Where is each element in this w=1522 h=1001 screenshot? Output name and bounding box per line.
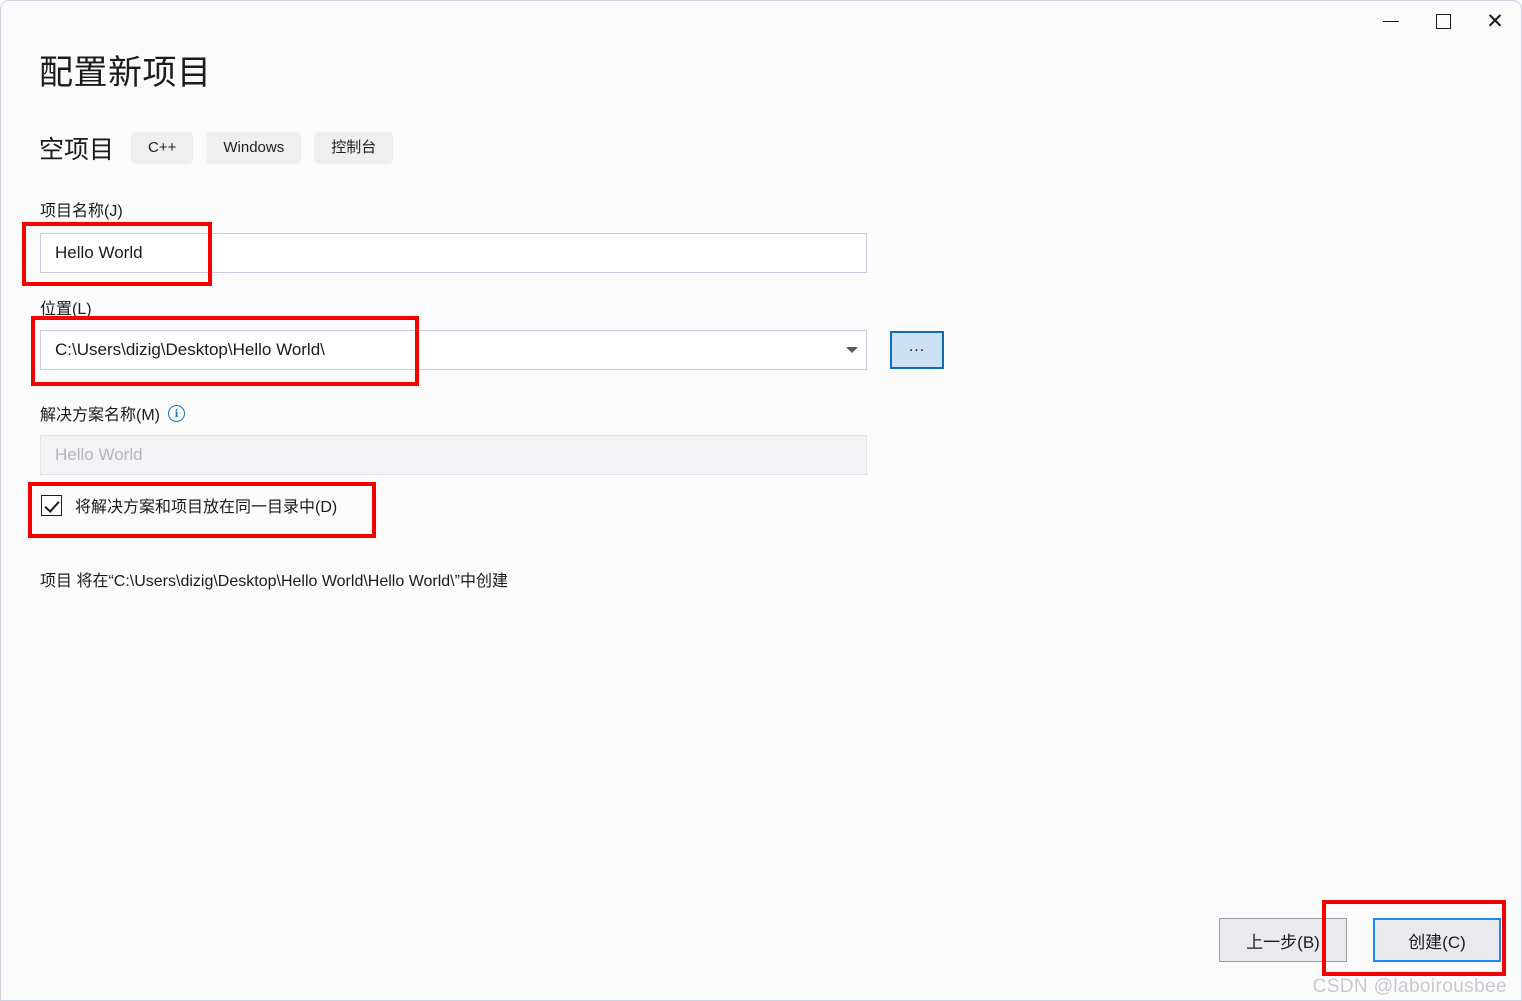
solution-name-label-text: 解决方案名称(M)	[40, 407, 160, 424]
tag-platform: Windows	[206, 132, 302, 164]
page-title: 配置新项目	[39, 54, 212, 92]
same-directory-checkbox[interactable]	[41, 494, 62, 516]
project-name-input[interactable]	[40, 233, 867, 273]
tag-project-type: 控制台	[314, 132, 394, 164]
back-button[interactable]: 上一步(B)	[1219, 918, 1347, 962]
dialog-footer: 上一步(B) 创建(C)	[1219, 918, 1501, 962]
title-bar: ✕	[1, 1, 1521, 47]
template-summary-row: 空项目 C++ Windows 控制台	[39, 128, 394, 168]
minimize-icon	[1383, 20, 1399, 22]
location-input[interactable]	[40, 330, 867, 370]
solution-name-input	[40, 435, 867, 475]
back-button-label: 上一步(B)	[1246, 932, 1320, 952]
configure-new-project-window: ✕ 配置新项目 空项目 C++ Windows 控制台 项目名称(J) 位置(L…	[0, 0, 1522, 1001]
same-directory-checkbox-row[interactable]: 将解决方案和项目放在同一目录中(D)	[41, 493, 337, 517]
minimize-button[interactable]	[1365, 1, 1417, 41]
create-button-label: 创建(C)	[1408, 932, 1466, 952]
chevron-down-icon[interactable]	[846, 347, 858, 353]
browse-location-button[interactable]: ...	[890, 331, 944, 369]
tag-language: C++	[131, 132, 194, 164]
browse-button-label: ...	[908, 338, 926, 356]
close-icon: ✕	[1486, 8, 1504, 33]
maximize-icon	[1435, 13, 1451, 29]
maximize-button[interactable]	[1417, 1, 1469, 41]
project-name-label: 项目名称(J)	[40, 203, 123, 220]
same-directory-checkbox-label: 将解决方案和项目放在同一目录中(D)	[75, 499, 338, 516]
template-name: 空项目	[39, 136, 115, 164]
location-label: 位置(L)	[40, 301, 92, 318]
solution-name-label: 解决方案名称(M) i	[40, 401, 185, 425]
watermark: CSDN @laboirousbee	[1312, 976, 1507, 997]
creation-path-description: 项目 将在“C:\Users\dizig\Desktop\Hello World…	[40, 573, 508, 590]
info-icon[interactable]: i	[168, 404, 185, 422]
close-button[interactable]: ✕	[1469, 1, 1521, 41]
create-button[interactable]: 创建(C)	[1373, 918, 1501, 962]
